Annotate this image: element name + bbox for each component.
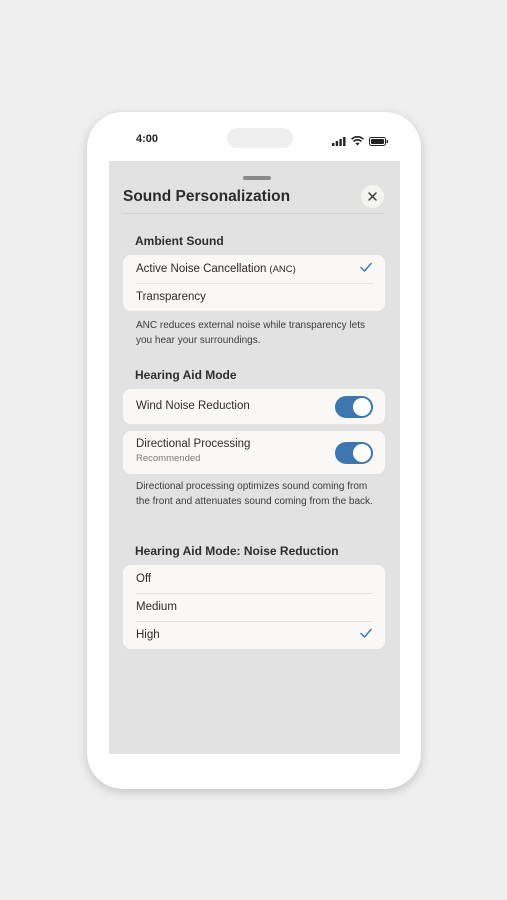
option-off[interactable]: Off (123, 565, 385, 593)
ambient-sound-options: Active Noise Cancellation (ANC) Transpare… (123, 255, 385, 311)
toggle-sublabel: Recommended (136, 453, 201, 464)
option-label: Off (136, 573, 152, 585)
ambient-sound-help-text: ANC reduces external noise while transpa… (136, 320, 365, 346)
dynamic-island (227, 128, 293, 148)
checkmark-icon (360, 262, 372, 276)
option-label: Active Noise Cancellation (ANC) (136, 263, 296, 275)
option-label: Medium (136, 601, 177, 613)
phone-frame: 4:00 Sound Personalization Ambient Sound… (87, 112, 421, 789)
header-divider (123, 213, 385, 214)
option-medium[interactable]: Medium (123, 593, 385, 621)
wind-noise-reduction-row: Wind Noise Reduction (123, 389, 385, 424)
close-icon (368, 188, 377, 206)
toggle-label: Directional Processing (136, 438, 251, 450)
sheet-grabber[interactable] (243, 176, 271, 180)
wind-noise-reduction-toggle[interactable] (335, 395, 373, 418)
close-button[interactable] (361, 185, 384, 208)
status-icons (332, 133, 389, 151)
row-divider (136, 593, 373, 594)
section-title-ambient-sound: Ambient Sound (135, 234, 224, 248)
option-transparency[interactable]: Transparency (123, 283, 385, 311)
noise-reduction-options: Off Medium High (123, 565, 385, 649)
option-label: High (136, 629, 160, 641)
directional-processing-row: Directional Processing Recommended (123, 431, 385, 474)
section-title-hearing-aid-mode: Hearing Aid Mode (135, 368, 237, 382)
wifi-icon (351, 133, 364, 151)
status-time: 4:00 (136, 133, 159, 145)
row-divider (136, 283, 373, 284)
option-anc[interactable]: Active Noise Cancellation (ANC) (123, 255, 385, 283)
row-divider (136, 621, 373, 622)
toggle-label: Wind Noise Reduction (136, 400, 250, 412)
option-label: Transparency (136, 291, 206, 303)
bottom-sheet: Sound Personalization Ambient Sound Acti… (109, 161, 400, 754)
hearing-aid-help-text: Directional processing optimizes sound c… (136, 481, 373, 507)
battery-icon (369, 133, 389, 151)
cellular-signal-icon (332, 133, 346, 151)
toggle-knob (353, 397, 371, 416)
checkmark-icon (360, 628, 372, 642)
toggle-text: Directional Processing Recommended (136, 438, 250, 464)
directional-processing-toggle[interactable] (335, 441, 373, 464)
toggle-knob (353, 443, 371, 462)
sheet-title: Sound Personalization (123, 188, 291, 205)
section-title-noise-reduction: Hearing Aid Mode: Noise Reduction (135, 544, 339, 558)
option-high[interactable]: High (123, 621, 385, 649)
